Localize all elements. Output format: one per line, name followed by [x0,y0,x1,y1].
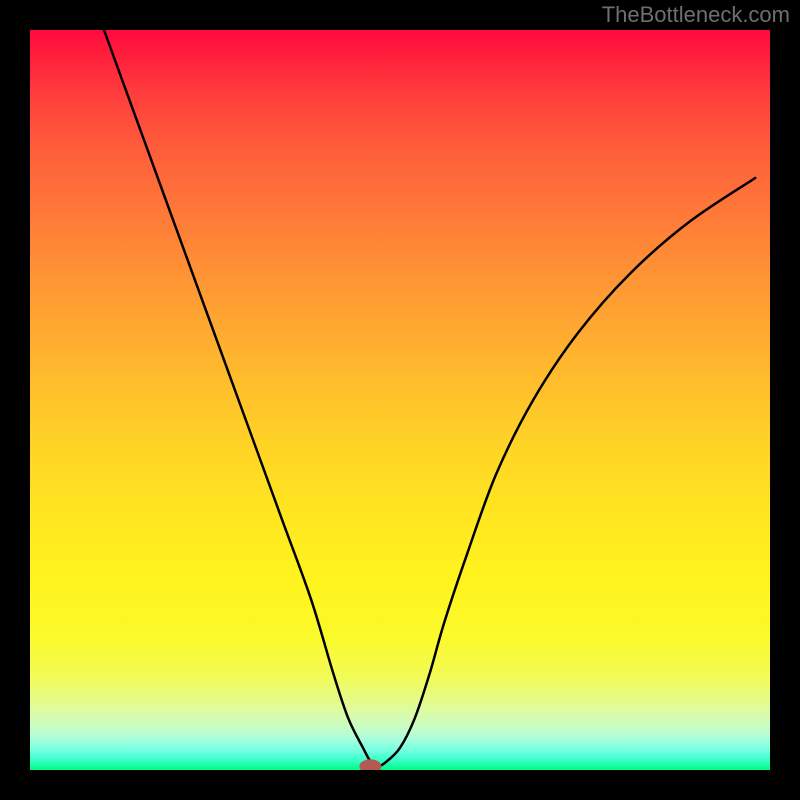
plot-area [30,30,770,770]
bottleneck-curve [104,30,755,766]
curve-layer [30,30,770,770]
minimum-marker [359,759,381,770]
chart-frame: TheBottleneck.com [0,0,800,800]
watermark-text: TheBottleneck.com [602,2,790,28]
